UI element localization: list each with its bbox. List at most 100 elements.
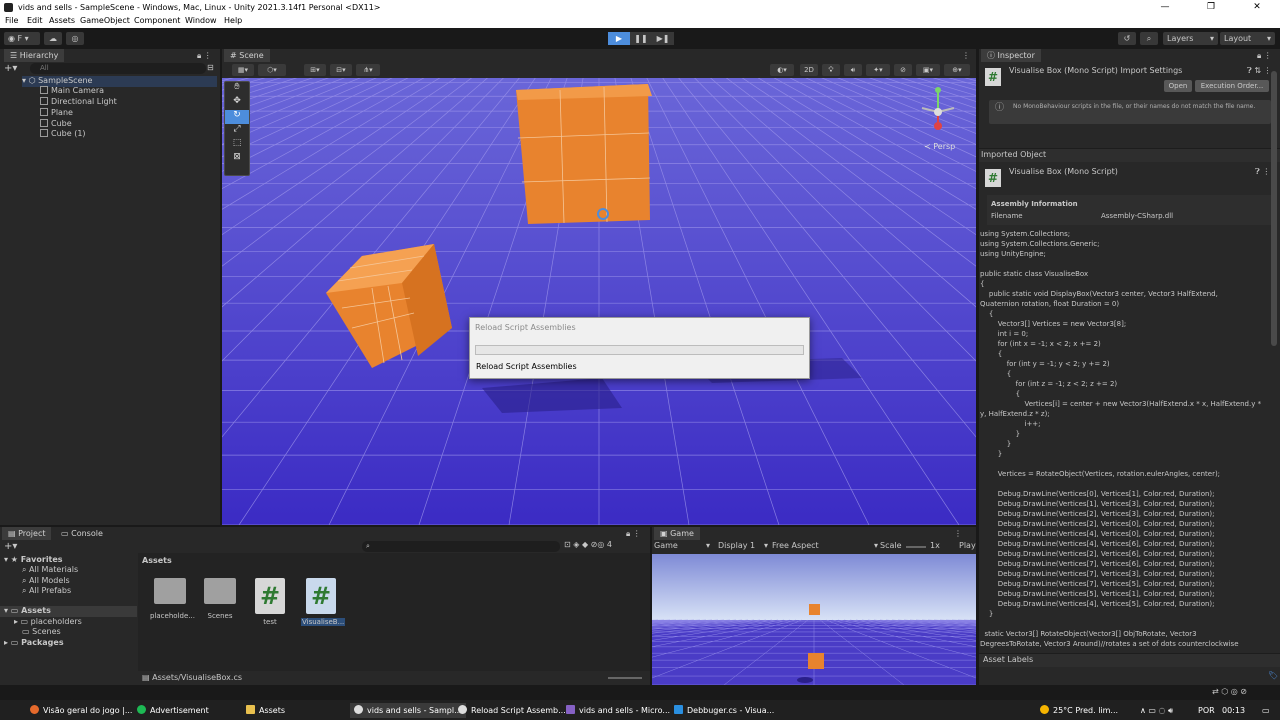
aspect-dropdown[interactable]: Free Aspect ▾ xyxy=(772,541,878,550)
menu-file[interactable]: File xyxy=(5,16,18,25)
fav-all-prefabs[interactable]: ⌕ All Prefabs xyxy=(22,586,71,596)
task-spotify[interactable]: Advertisement xyxy=(137,703,209,718)
game-menu-icon[interactable]: ⋮ xyxy=(954,529,962,538)
hierarchy-item-directional-light[interactable]: Directional Light xyxy=(40,97,117,106)
grid-icon[interactable]: ⊞▾ xyxy=(304,64,326,76)
scale-slider[interactable] xyxy=(906,546,926,548)
open-button[interactable]: Open xyxy=(1164,80,1192,92)
pause-button[interactable]: ❚❚ xyxy=(630,32,652,45)
favorites-node[interactable]: ▾ ★ Favorites xyxy=(4,555,63,564)
menu-help[interactable]: Help xyxy=(224,16,242,25)
light-bulb-icon[interactable]: 💡︎ xyxy=(822,64,840,76)
menu-gameobject[interactable]: GameObject xyxy=(80,16,130,25)
camera-icon[interactable]: ▣▾ xyxy=(916,64,940,76)
cloud-icon[interactable]: ☁ xyxy=(44,32,62,45)
folder-placeholders[interactable]: ▸ ▭ placeholders xyxy=(14,617,82,626)
collab-icon[interactable]: ◎ xyxy=(66,32,84,45)
maximize-button[interactable]: ❐ xyxy=(1188,0,1234,15)
execution-order-button[interactable]: Execution Order... xyxy=(1195,80,1269,92)
asset-test-script[interactable]: # test xyxy=(250,578,290,626)
project-lock-icon[interactable]: 🔒︎ ⋮ xyxy=(626,529,641,539)
lighting-icon[interactable]: ◐▾ xyxy=(770,64,794,76)
menu-edit[interactable]: Edit xyxy=(27,16,43,25)
tab-project[interactable]: ▤ Project xyxy=(2,527,52,540)
increment-snap-icon[interactable]: ⋔▾ xyxy=(356,64,380,76)
history-icon[interactable]: ↺ xyxy=(1118,32,1136,45)
inspector-scrollbar[interactable] xyxy=(1271,71,1277,346)
menu-window[interactable]: Window xyxy=(185,16,217,25)
menu-component[interactable]: Component xyxy=(134,16,180,25)
hidden-objects-icon[interactable]: ⊘ xyxy=(894,64,912,76)
notification-icon[interactable]: ▭ xyxy=(1262,703,1270,718)
scene-menu-icon[interactable]: ⋮ xyxy=(962,51,970,60)
tab-console[interactable]: ▭ Console xyxy=(55,527,109,540)
scene-viewport[interactable]: ≺ Persp ✋︎ ✥ ↻ ⤢ ⬚ ⊠ xyxy=(222,78,976,525)
status-icons[interactable]: ⇄ ⬡ ◎ ⊘ xyxy=(1212,687,1247,696)
account-button[interactable]: ◉ F ▾ xyxy=(4,32,40,45)
tray-icons[interactable]: ∧ ▭ ◌ 🔊︎ xyxy=(1140,703,1173,718)
hierarchy-search-input[interactable]: All xyxy=(30,63,206,74)
task-unity[interactable]: vids and sells - Sampl... xyxy=(350,703,466,718)
task-visual-studio[interactable]: vids and sells - Micro... xyxy=(566,703,670,718)
cube-large[interactable] xyxy=(516,84,652,224)
game-mode-dropdown[interactable]: Game ▾ xyxy=(654,541,710,550)
icon-size-slider[interactable] xyxy=(608,677,642,679)
task-reload[interactable]: Reload Script Assemb... xyxy=(458,703,566,718)
tag-icon[interactable]: 🏷︎ xyxy=(1268,671,1278,680)
scale-tool-icon[interactable]: ⤢ xyxy=(225,124,249,138)
tab-inspector[interactable]: ⓘ Inspector xyxy=(981,49,1041,62)
game-viewport[interactable] xyxy=(652,554,976,685)
transform-tool-icon[interactable]: ⊠ xyxy=(225,152,249,166)
fav-all-models[interactable]: ⌕ All Models xyxy=(22,576,70,586)
hierarchy-item-cube-1[interactable]: Cube (1) xyxy=(40,129,86,138)
persp-label[interactable]: ≺ Persp xyxy=(924,142,955,151)
2d-toggle[interactable]: 2D xyxy=(800,64,818,76)
project-search-input[interactable]: ⌕ xyxy=(362,541,560,552)
add-icon[interactable]: +▾ xyxy=(4,63,18,74)
display-dropdown[interactable]: Display 1 ▾ xyxy=(718,541,768,550)
object-help-icon[interactable]: ❓︎ ⋮ xyxy=(1255,167,1270,177)
hierarchy-item-cube[interactable]: Cube xyxy=(40,119,72,128)
view-options-dropdown[interactable]: ⬡▾ xyxy=(258,64,286,76)
weather-widget[interactable]: 25°C Pred. lim... xyxy=(1040,703,1118,718)
tab-scene[interactable]: # Scene xyxy=(224,49,270,62)
close-button[interactable]: ✕ xyxy=(1234,0,1280,15)
search-icon[interactable]: ⌕ xyxy=(1140,32,1158,45)
snap-icon[interactable]: ⊟▾ xyxy=(330,64,352,76)
menu-assets[interactable]: Assets xyxy=(49,16,75,25)
tab-game[interactable]: ▣ Game xyxy=(654,527,700,540)
assets-node[interactable]: ▾ ▭ Assets xyxy=(0,606,137,617)
asset-visualisebox-script[interactable]: # VisualiseB... xyxy=(301,578,346,626)
audio-icon[interactable]: 🔊︎ xyxy=(844,64,862,76)
rect-tool-icon[interactable]: ⬚ xyxy=(225,138,249,152)
gizmos-icon[interactable]: ⊕▾ xyxy=(944,64,970,76)
move-tool-icon[interactable]: ✥ xyxy=(225,96,249,110)
play-focus-dropdown[interactable]: Play xyxy=(959,541,976,550)
help-icon[interactable]: ❓︎ ⇅ ⋮ xyxy=(1247,66,1272,76)
packages-node[interactable]: ▸ ▭ Packages xyxy=(4,638,64,647)
task-vscode[interactable]: Debbuger.cs - Visua... xyxy=(674,703,774,718)
task-explorer[interactable]: Assets xyxy=(246,703,285,718)
hierarchy-item-plane[interactable]: Plane xyxy=(40,108,73,117)
step-button[interactable]: ▶❚ xyxy=(652,32,674,45)
layers-dropdown[interactable]: Layers ▾ xyxy=(1163,32,1218,45)
fav-all-materials[interactable]: ⌕ All Materials xyxy=(22,565,78,575)
task-firefox[interactable]: Visão geral do jogo |... xyxy=(30,703,132,718)
project-filter-icons[interactable]: ⊡ ◈ ◆ ⊘◎ 4 xyxy=(564,540,612,549)
create-icon[interactable]: +▾ xyxy=(4,541,17,552)
lock-icon[interactable]: 🔒︎ ⋮ xyxy=(197,51,212,61)
inspector-lock-icon[interactable]: 🔒︎ ⋮ xyxy=(1257,51,1272,61)
layout-dropdown[interactable]: Layout ▾ xyxy=(1220,32,1275,45)
asset-scenes-folder[interactable]: Scenes xyxy=(200,578,240,620)
rotate-tool-icon[interactable]: ↻ xyxy=(225,110,249,124)
tab-hierarchy[interactable]: ☰ Hierarchy xyxy=(4,49,65,62)
draw-mode-dropdown[interactable]: ▦▾ xyxy=(232,64,254,76)
clock[interactable]: 00:13 xyxy=(1222,703,1245,718)
hierarchy-item-main-camera[interactable]: Main Camera xyxy=(40,86,104,95)
play-button[interactable]: ▶ xyxy=(608,32,630,45)
effects-icon[interactable]: ✦▾ xyxy=(866,64,890,76)
hand-tool-icon[interactable]: ✋︎ xyxy=(225,82,249,96)
filter-icon[interactable]: ⊟ xyxy=(207,63,214,72)
minimize-button[interactable]: — xyxy=(1142,0,1188,15)
asset-placeholders-folder[interactable]: placeholde... xyxy=(150,578,195,620)
